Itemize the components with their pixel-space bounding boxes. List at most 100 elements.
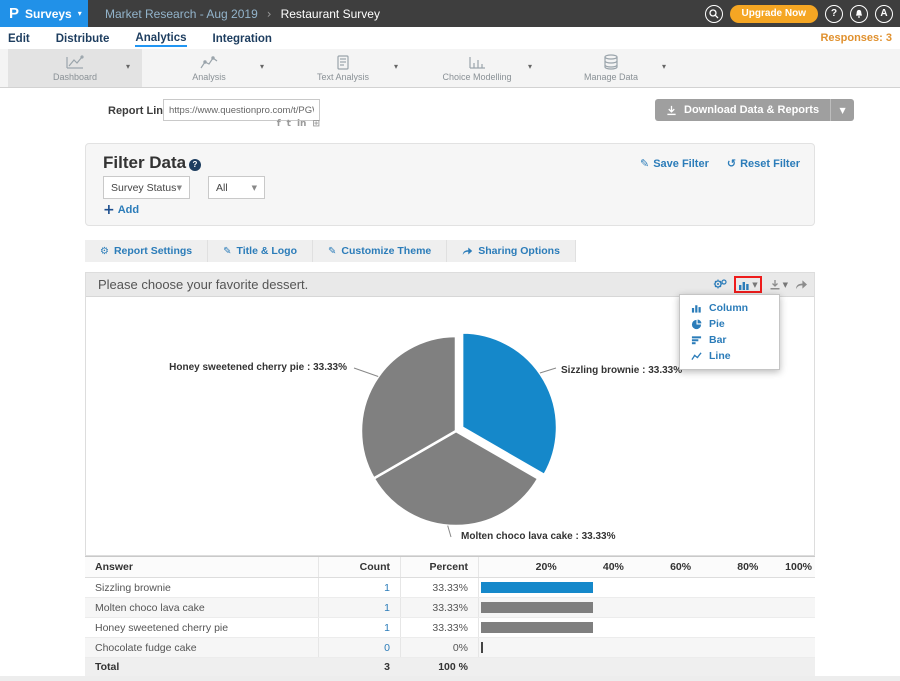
responses-count[interactable]: Responses: 3 <box>820 27 892 49</box>
chevron-down-icon[interactable]: ▾ <box>662 62 666 71</box>
question-share-button[interactable] <box>795 279 808 290</box>
total-percent: 100 % <box>400 658 478 676</box>
table-row: Honey sweetened cherry pie 1 33.33% <box>85 618 815 638</box>
chart-type-button[interactable]: ▼ <box>738 280 757 290</box>
chart-type-menu: Column Pie Bar <box>679 294 780 370</box>
download-icon <box>666 105 677 116</box>
linkedin-icon[interactable]: in <box>297 119 307 129</box>
bar-cell <box>478 618 815 637</box>
nav-tab-integration[interactable]: Integration <box>213 31 272 46</box>
chevron-down-icon[interactable]: ▾ <box>126 62 130 71</box>
report-link-input[interactable] <box>163 99 320 121</box>
product-switcher[interactable]: P Surveys ▾ <box>0 0 88 27</box>
toolbar-tab-label: Dashboard <box>53 72 97 82</box>
reset-filter-label: Reset Filter <box>740 158 800 170</box>
save-filter-button[interactable]: ✎ Save Filter <box>640 157 709 170</box>
percent-cell: 33.33% <box>400 598 478 617</box>
embed-icon[interactable]: ⊞ <box>312 119 320 129</box>
download-data-reports-button[interactable]: Download Data & Reports ▼ <box>655 99 854 121</box>
menu-item-column[interactable]: Column <box>680 300 779 316</box>
tab-label: Customize Theme <box>341 245 431 257</box>
dashboard-chart-icon <box>65 55 85 70</box>
add-filter-button[interactable]: + Add <box>103 203 139 217</box>
question-download-button[interactable]: ▼ <box>769 279 788 291</box>
database-icon <box>601 54 621 70</box>
download-dropdown-caret[interactable]: ▼ <box>830 99 854 121</box>
tab-label: Title & Logo <box>237 245 297 257</box>
menu-item-line[interactable]: Line <box>680 348 779 364</box>
question-settings-button[interactable] <box>713 278 727 291</box>
chevron-down-icon: ▼ <box>783 281 788 289</box>
reset-filter-button[interactable]: ↺ Reset Filter <box>727 157 800 170</box>
question-title: Please choose your favorite dessert. <box>98 277 308 292</box>
avatar[interactable]: A <box>875 5 893 23</box>
upgrade-now-button[interactable]: Upgrade Now <box>730 5 818 23</box>
questionpro-logo: P <box>9 5 19 22</box>
search-button[interactable] <box>705 5 723 23</box>
filter-help-icon[interactable]: ? <box>189 159 201 171</box>
chevron-down-icon[interactable]: ▾ <box>394 62 398 71</box>
breadcrumb-survey-link[interactable]: Market Research - Aug 2019 <box>105 7 258 21</box>
column-chart-icon <box>691 303 702 313</box>
column-header-answer: Answer <box>85 557 318 577</box>
count-cell[interactable]: 0 <box>318 638 400 657</box>
count-cell[interactable]: 1 <box>318 598 400 617</box>
menu-item-label: Line <box>709 350 731 362</box>
plus-icon: + <box>103 203 115 217</box>
tab-title-logo[interactable]: ✎ Title & Logo <box>208 240 313 262</box>
nav-tab-distribute[interactable]: Distribute <box>56 31 110 46</box>
table-total-row: Total 3 100 % <box>85 658 815 676</box>
share-icon <box>462 246 473 256</box>
tab-sharing-options[interactable]: Sharing Options <box>447 240 576 262</box>
total-count: 3 <box>318 658 400 676</box>
tab-customize-theme[interactable]: ✎ Customize Theme <box>313 240 447 262</box>
help-button[interactable]: ? <box>825 5 843 23</box>
survey-nav-items: Edit Distribute Analytics Integration <box>8 27 272 49</box>
gears-icon <box>713 278 727 291</box>
pie-chart-icon <box>691 319 702 330</box>
toolbar-tab-analysis[interactable]: Analysis ▾ <box>142 49 276 87</box>
toolbar-tab-dashboard[interactable]: Dashboard ▾ <box>8 49 142 87</box>
app-window: P Surveys ▾ Market Research - Aug 2019 ›… <box>0 0 900 681</box>
toolbar-tab-choice-modelling[interactable]: Choice Modelling ▾ <box>410 49 544 87</box>
facebook-icon[interactable]: f <box>277 119 281 129</box>
count-cell[interactable]: 1 <box>318 578 400 597</box>
analytics-toolbar: Dashboard ▾ Analysis ▾ Text Analysis ▾ C… <box>0 49 900 88</box>
filter-field-select[interactable]: Survey Status ▼ <box>103 176 190 199</box>
chevron-down-icon[interactable]: ▾ <box>528 62 532 71</box>
breadcrumb-current: Restaurant Survey <box>281 7 380 21</box>
top-bar: P Surveys ▾ Market Research - Aug 2019 ›… <box>0 0 900 27</box>
tab-report-settings[interactable]: ⚙ Report Settings <box>85 240 208 262</box>
answer-cell: Honey sweetened cherry pie <box>85 618 318 637</box>
search-icon <box>709 9 719 19</box>
scale-tick: 80% <box>737 561 758 573</box>
breadcrumb-separator: › <box>267 7 272 21</box>
pie-label-sizzling-brownie: Sizzling brownie : 33.33% <box>561 365 682 376</box>
filter-actions: ✎ Save Filter ↺ Reset Filter <box>640 157 800 170</box>
pie-label-honey-sweetened-cherry-pie: Honey sweetened cherry pie : 33.33% <box>169 362 347 373</box>
notifications-button[interactable] <box>850 5 868 23</box>
filter-value-select[interactable]: All ▼ <box>208 176 265 199</box>
choice-modelling-icon <box>467 55 487 70</box>
menu-item-pie[interactable]: Pie <box>680 316 779 332</box>
toolbar-tab-manage-data[interactable]: Manage Data ▾ <box>544 49 678 87</box>
breadcrumb: Market Research - Aug 2019 › Restaurant … <box>105 0 380 27</box>
chevron-down-icon[interactable]: ▾ <box>260 62 264 71</box>
product-name: Surveys <box>25 7 72 21</box>
question-header-actions: ▼ ▼ <box>713 276 808 293</box>
menu-item-bar[interactable]: Bar <box>680 332 779 348</box>
table-row: Chocolate fudge cake 0 0% <box>85 638 815 658</box>
column-header-scale: 20% 40% 60% 80% 100% <box>478 557 815 577</box>
nav-tab-analytics[interactable]: Analytics <box>135 30 186 47</box>
edit-icon: ✎ <box>223 246 231 257</box>
filter-value-value: All <box>216 182 228 194</box>
count-cell[interactable]: 1 <box>318 618 400 637</box>
percent-bar <box>481 642 483 653</box>
answer-cell: Sizzling brownie <box>85 578 318 597</box>
report-settings-tabs: ⚙ Report Settings ✎ Title & Logo ✎ Custo… <box>85 240 576 262</box>
bell-icon <box>854 9 864 19</box>
twitter-icon[interactable]: t <box>287 119 291 129</box>
nav-tab-edit[interactable]: Edit <box>8 31 30 46</box>
chevron-down-icon: ▼ <box>752 281 757 289</box>
toolbar-tab-text-analysis[interactable]: Text Analysis ▾ <box>276 49 410 87</box>
